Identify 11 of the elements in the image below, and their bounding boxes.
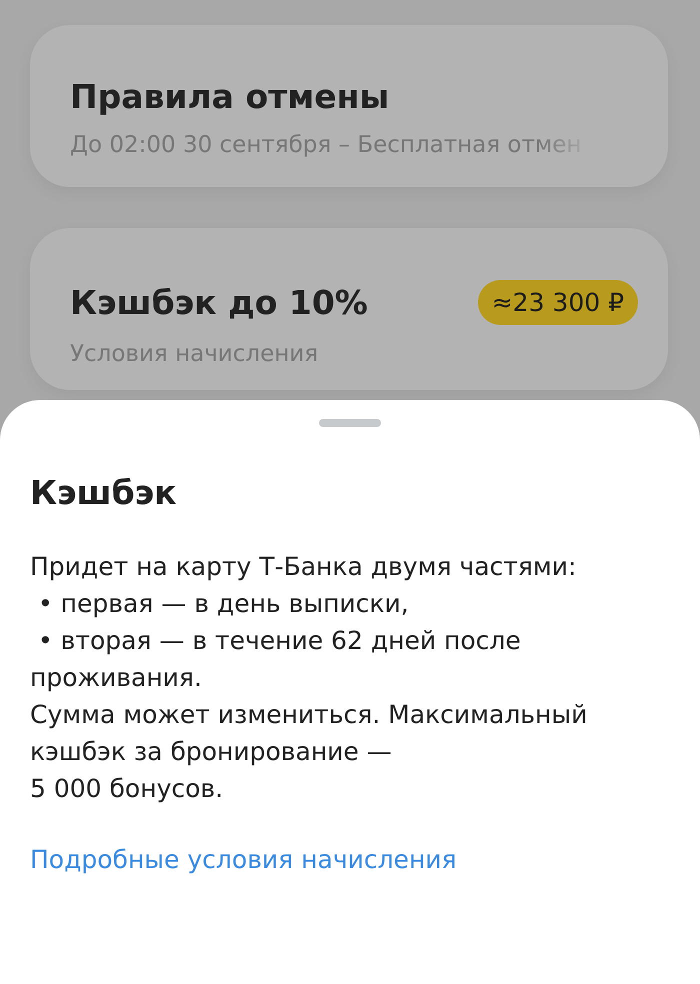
sheet-text: Придет на карту Т-Банка двумя частями: • первая — в день выписки, • вторая — в течение 62 дней после проживания. Сумма может измениться. Максимальный кэшбэк за бронирование — 5 000 бонусов. [30, 551, 588, 805]
card-title: Кэшбэк до 10% [70, 283, 368, 322]
card-subtitle: Условия начисления [70, 341, 318, 367]
card-title: Правила отмены [70, 77, 390, 116]
sheet-title: Кэшбэк [30, 473, 178, 512]
info-card[interactable]: Правила отмены До 02:00 30 сентября – Бесплатная отмен [30, 25, 668, 187]
cashback-badge: ≈23 300 ₽ [478, 280, 638, 325]
drag-handle[interactable] [319, 419, 381, 427]
conditions-link[interactable]: Подробные условия начисления [30, 845, 670, 874]
info-card[interactable]: Кэшбэк до 10% ≈23 300 ₽ Условия начисления [30, 228, 668, 390]
card-subtitle: До 02:00 30 сентября – Бесплатная отмен [70, 132, 582, 158]
